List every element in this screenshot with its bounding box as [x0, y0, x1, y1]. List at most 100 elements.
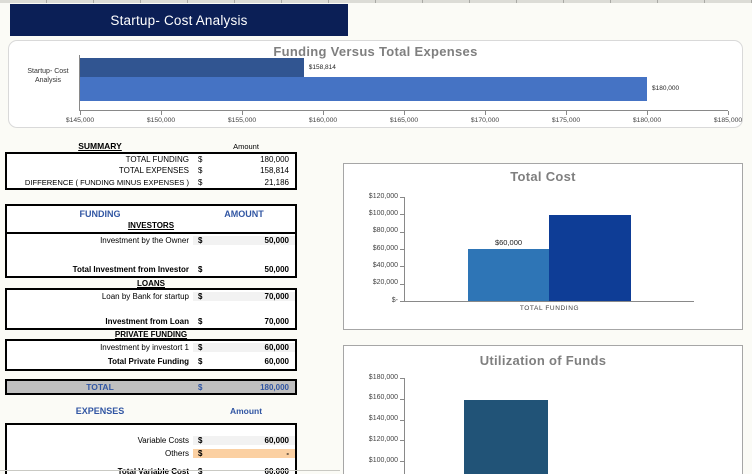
row-currency: $	[198, 317, 203, 326]
y-axis-line	[404, 197, 405, 301]
table-row: TOTAL FUNDING $ 180,000	[7, 154, 295, 165]
table-row-blank	[7, 247, 295, 263]
x-axis-line	[404, 301, 694, 302]
funding-header: FUNDING AMOUNT	[7, 206, 295, 221]
row-currency: $	[198, 177, 203, 187]
y-axis-tick-label: $20,000	[372, 279, 398, 287]
bar-total-funding	[80, 77, 647, 101]
y-axis-tick-label: $40,000	[372, 261, 398, 269]
row-value: 21,186	[264, 177, 289, 187]
summary-header: SUMMARY Amount	[5, 140, 297, 152]
x-axis-tick	[404, 111, 405, 115]
utilization-title: Utilization of Funds	[479, 353, 607, 368]
table-row-total: Total Investment from Investor $ 50,000	[7, 263, 295, 276]
funding-header-box: FUNDING AMOUNT INVESTORS	[5, 204, 297, 234]
table-row: Others $ -	[7, 447, 295, 460]
row-currency: $	[198, 382, 203, 392]
input-cell[interactable]: 60,000	[215, 343, 295, 352]
bar-utilization	[464, 400, 548, 474]
y-axis-tick-label: $100,000	[368, 456, 398, 464]
y-axis-tick	[400, 214, 404, 216]
page-title-text: Startup- Cost Analysis	[110, 12, 248, 28]
input-cell[interactable]: 50,000	[215, 236, 295, 245]
funding-vs-expenses-chart: Funding Versus Total Expenses Startup- C…	[8, 40, 743, 128]
expenses-amount-header: Amount	[229, 406, 263, 416]
y-axis-tick	[400, 440, 404, 442]
y-axis-tick	[400, 231, 404, 233]
y-axis-tick-label: $120,000	[368, 435, 398, 443]
table-row: Loan by Bank for startup $ 70,000	[7, 290, 295, 303]
x-axis-tick	[242, 111, 243, 115]
table-row-blank	[7, 303, 295, 315]
total-cost-x-axis-label: TOTAL FUNDING	[519, 305, 580, 312]
loans-table: Loan by Bank for startup $ 70,000 Invest…	[5, 288, 297, 330]
y-axis-tick-label: $80,000	[372, 227, 398, 235]
row-label: Investment by the Owner	[100, 236, 189, 245]
y-axis-tick	[400, 301, 404, 302]
bar-data-label: $180,000	[652, 85, 680, 92]
y-axis-tick-label: $100,000	[368, 209, 398, 217]
row-value: 180,000	[260, 382, 289, 392]
x-axis-tick	[80, 111, 81, 115]
total-cost-chart: Total Cost $120,000 $100,000 $80,000 $60,00…	[343, 163, 743, 330]
y-axis-tick	[400, 378, 404, 379]
row-value: 158,814	[260, 166, 289, 175]
x-axis-tick	[485, 111, 486, 115]
row-label: Investment from Loan	[105, 317, 189, 326]
input-cell[interactable]: -	[215, 449, 295, 458]
row-currency: $	[193, 236, 215, 245]
y-axis-tick	[400, 283, 404, 285]
investors-table: Investment by the Owner $ 50,000 Total I…	[5, 232, 297, 278]
row-label: Investment by investort 1	[100, 343, 189, 352]
x-axis-tick	[323, 111, 324, 115]
y-axis-tick-label: $60,000	[372, 244, 398, 252]
table-row-total: Total Private Funding $ 60,000	[7, 354, 295, 369]
x-axis-tick	[566, 111, 567, 115]
row-currency: $	[193, 449, 215, 458]
investors-subheader: INVESTORS	[127, 221, 175, 230]
table-row: Variable Costs $ 60,000	[7, 434, 295, 447]
x-axis-tick-label: $150,000	[146, 117, 176, 124]
table-row: Investment by the Owner $ 50,000	[7, 234, 295, 247]
left-tables: SUMMARY Amount TOTAL FUNDING $ 180,000 T…	[5, 140, 297, 474]
table-row: DIFFERENCE ( FUNDING MINUS EXPENSES ) $ …	[7, 176, 295, 188]
private-funding-subheader: PRIVATE FUNDING	[114, 330, 188, 339]
row-currency: $	[198, 265, 203, 274]
utilization-plot-area: $180,000 $160,000 $140,000 $120,000 $100,000	[369, 374, 694, 474]
row-label: DIFFERENCE ( FUNDING MINUS EXPENSES )	[24, 177, 189, 187]
y-axis-tick-label: $160,000	[368, 394, 398, 402]
expenses-title: EXPENSES	[75, 406, 125, 416]
bar-total-expenses	[80, 58, 304, 77]
row-currency: $	[193, 436, 215, 445]
bar-other-cost	[549, 215, 631, 301]
x-axis-tick-label: $165,000	[389, 117, 419, 124]
row-label: Loan by Bank for startup	[101, 292, 189, 301]
row-currency: $	[198, 166, 203, 175]
bar-variable-cost	[468, 249, 549, 301]
row-value: 180,000	[260, 155, 289, 164]
y-axis-tick	[400, 398, 404, 400]
row-value: 70,000	[264, 317, 289, 326]
x-axis-tick-label: $185,000	[713, 117, 743, 124]
funding-title: FUNDING	[79, 208, 121, 219]
x-axis-tick	[161, 111, 162, 115]
y-axis-tick	[400, 249, 404, 250]
row-value: 50,000	[264, 265, 289, 274]
x-axis-tick-label: $180,000	[632, 117, 662, 124]
funding-chart-plot-area: $158,814 $180,000 $145,000 $150,000 $155,000…	[66, 55, 742, 124]
row-label: Total Investment from Investor	[72, 265, 189, 274]
row-currency: $	[193, 343, 215, 352]
table-row: TOTAL EXPENSES $ 158,814	[7, 165, 295, 176]
y-axis-line	[404, 378, 405, 474]
input-cell[interactable]: 60,000	[215, 436, 295, 445]
row-label: Others	[164, 449, 189, 458]
x-axis-tick-label: $170,000	[470, 117, 500, 124]
table-row-total: Investment from Loan $ 70,000	[7, 315, 295, 328]
y-axis-tick-label: $-	[391, 296, 398, 304]
x-axis-tick-label: $175,000	[551, 117, 581, 124]
input-cell[interactable]: 70,000	[215, 292, 295, 301]
total-cost-plot-area: $120,000 $100,000 $80,000 $60,000 $40,000 $20…	[369, 193, 694, 304]
summary-title: SUMMARY	[78, 141, 122, 151]
y-axis-tick	[400, 197, 404, 198]
expenses-header: EXPENSES Amount	[5, 405, 297, 417]
